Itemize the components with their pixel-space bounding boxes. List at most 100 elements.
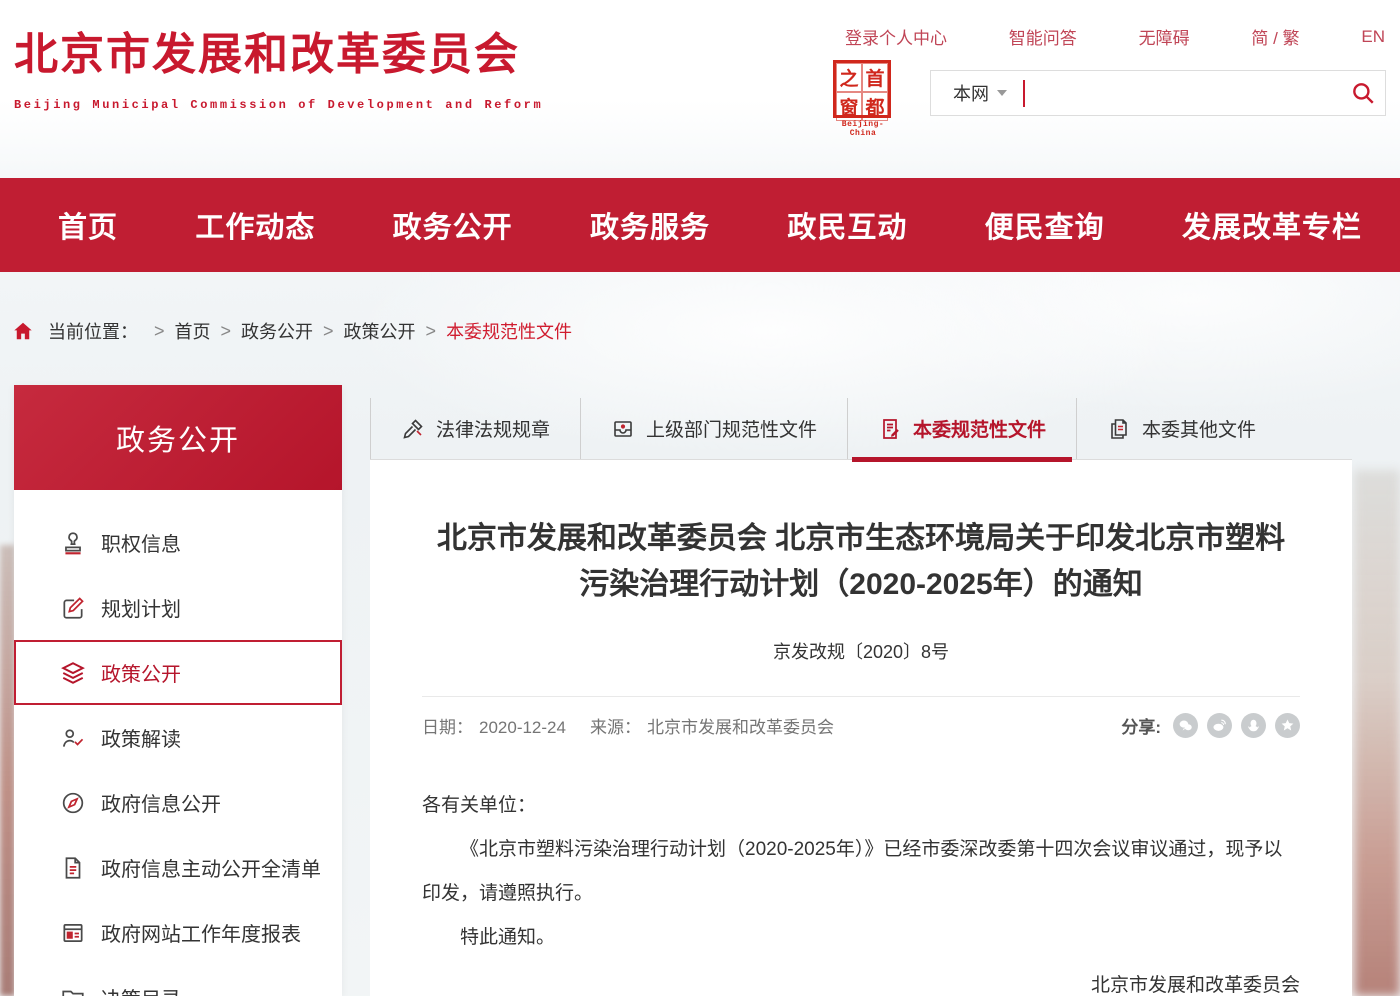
top-link[interactable]: 简 / 繁 <box>1251 24 1299 49</box>
top-link[interactable]: 登录个人中心 <box>845 24 947 49</box>
left-photo-edge <box>0 545 15 996</box>
body-paragraph: 《北京市塑料污染治理行动计划（2020-2025年）》已经市委深改委第十四次会议… <box>422 828 1300 916</box>
seal-char: 都 <box>862 92 888 121</box>
nav-item[interactable]: 政务公开 <box>393 204 513 246</box>
document-category-tabs: 法律法规规章 上级部门规范性文件 本委规范性文件 本委其他文件 <box>370 398 1352 460</box>
share-area: 分享: <box>1121 713 1300 738</box>
edit-icon <box>60 595 86 621</box>
stamp-icon <box>60 530 86 556</box>
sidebar-item-label: 政策解读 <box>101 723 181 752</box>
search-icon <box>1350 80 1376 106</box>
tab[interactable]: 法律法规规章 <box>370 398 580 459</box>
sidebar-menu-item[interactable]: 政策公开 <box>14 640 342 705</box>
top-link[interactable]: EN <box>1361 27 1385 47</box>
seal-grid: 之 首 窗 都 <box>833 60 891 118</box>
breadcrumb-separator: > <box>426 321 437 342</box>
seal-char: 窗 <box>836 92 862 121</box>
site-logo[interactable]: 北京市发展和改革委员会 Beijing Municipal Commission… <box>14 18 543 112</box>
breadcrumb-label: 当前位置： <box>48 318 138 344</box>
sidebar-item-label: 规划计划 <box>101 593 181 622</box>
share-button[interactable] <box>1173 713 1198 738</box>
top-link[interactable]: 无障碍 <box>1139 24 1190 49</box>
document-number: 京发改规〔2020〕8号 <box>422 638 1300 664</box>
sidebar-menu-item[interactable]: 政府信息主动公开全清单 <box>14 835 342 900</box>
breadcrumb-separator: > <box>323 321 334 342</box>
site-header: 北京市发展和改革委员会 Beijing Municipal Commission… <box>0 0 1400 178</box>
sidebar-menu-item[interactable]: 决策目录 <box>14 965 342 996</box>
home-icon[interactable] <box>12 320 34 342</box>
breadcrumb-link[interactable]: 首页 <box>175 318 211 344</box>
qzone-icon <box>1279 717 1296 734</box>
article-date: 2020-12-24 <box>479 718 566 737</box>
breadcrumb-item: > 政策公开 <box>313 318 416 344</box>
top-link[interactable]: 智能问答 <box>1009 24 1077 49</box>
document-icon <box>60 855 86 881</box>
nav-item[interactable]: 政民互动 <box>787 204 907 246</box>
top-utility-links: 登录个人中心 智能问答 无障碍 简 / 繁 EN <box>845 24 1385 49</box>
breadcrumb-separator: > <box>221 321 232 342</box>
tab[interactable]: 本委规范性文件 <box>847 398 1076 459</box>
tab-label: 本委规范性文件 <box>913 415 1046 442</box>
sidebar-title: 政务公开 <box>14 385 342 490</box>
breadcrumb-link[interactable]: 政务公开 <box>241 318 313 344</box>
sidebar-menu-item[interactable]: 政策解读 <box>14 705 342 770</box>
seal-caption: Beijing-China <box>833 120 893 138</box>
sidebar-menu-item[interactable]: 规划计划 <box>14 575 342 640</box>
doc-copy-icon <box>1107 417 1131 441</box>
weibo-icon <box>1211 717 1228 734</box>
date-label: 日期： <box>422 718 473 737</box>
compass-icon <box>60 790 86 816</box>
tab[interactable]: 上级部门规范性文件 <box>580 398 847 459</box>
seal-char: 首 <box>862 63 888 92</box>
search-button[interactable] <box>1341 71 1385 115</box>
sidebar-item-label: 政府信息主动公开全清单 <box>101 853 321 882</box>
sidebar-menu-item[interactable]: 职权信息 <box>14 510 342 575</box>
report-icon <box>60 920 86 946</box>
share-button[interactable] <box>1207 713 1232 738</box>
share-buttons <box>1173 713 1300 738</box>
article-body: 各有关单位： 《北京市塑料污染治理行动计划（2020-2025年）》已经市委深改… <box>422 784 1300 996</box>
breadcrumb: 当前位置： > 首页 > 政务公开 > 政策公开 > 本委规范性文件 <box>12 318 572 344</box>
logo-subtitle: Beijing Municipal Commission of Developm… <box>14 98 543 112</box>
logo-title: 北京市发展和改革委员会 <box>14 18 543 82</box>
nav-item[interactable]: 发展改革专栏 <box>1182 204 1362 246</box>
sidebar-item-label: 职权信息 <box>101 528 181 557</box>
sidebar-menu-item[interactable]: 政府信息公开 <box>14 770 342 835</box>
share-button[interactable] <box>1241 713 1266 738</box>
tab[interactable]: 本委其他文件 <box>1076 398 1286 459</box>
breadcrumb-link[interactable]: 政策公开 <box>344 318 416 344</box>
divider <box>422 696 1300 697</box>
search-scope-dropdown[interactable]: 本网 <box>953 80 1007 106</box>
layers-icon <box>60 660 86 686</box>
sidebar-menu-item[interactable]: 政府网站工作年度报表 <box>14 900 342 965</box>
main-content: 法律法规规章 上级部门规范性文件 本委规范性文件 本委其他文件 北京市发展和改革… <box>370 398 1352 996</box>
breadcrumb-item: > 本委规范性文件 <box>416 318 573 344</box>
nav-item[interactable]: 首页 <box>58 204 118 246</box>
tab-label: 上级部门规范性文件 <box>646 415 817 442</box>
nav-item[interactable]: 便民查询 <box>985 204 1105 246</box>
sidebar-item-label: 政策公开 <box>101 658 181 687</box>
tab-label: 本委其他文件 <box>1142 415 1256 442</box>
article-meta: 日期：2020-12-24来源：北京市发展和改革委员会 <box>422 713 840 738</box>
search-scope-label: 本网 <box>953 80 989 106</box>
beijing-china-seal-logo[interactable]: 之 首 窗 都 Beijing-China <box>833 60 893 138</box>
article-meta-row: 日期：2020-12-24来源：北京市发展和改革委员会 分享: <box>422 713 1300 738</box>
doc-pen-icon <box>878 417 902 441</box>
inbox-icon <box>611 417 635 441</box>
seal-char: 之 <box>836 63 862 92</box>
site-search-box: 本网 <box>930 70 1386 116</box>
main-navigation: 首页 工作动态 政务公开 政务服务 政民互动 便民查询 发展改革专栏 <box>0 178 1400 272</box>
breadcrumb-link[interactable]: 本委规范性文件 <box>446 318 572 344</box>
sidebar: 政务公开 职权信息 规划计划 政策公开 政策解读 <box>14 385 342 996</box>
article-title: 北京市发展和改革委员会 北京市生态环境局关于印发北京市塑料污染治理行动计划（20… <box>422 516 1300 608</box>
nav-item[interactable]: 工作动态 <box>195 204 315 246</box>
breadcrumb-item: > 政务公开 <box>211 318 314 344</box>
article-panel: 北京市发展和改革委员会 北京市生态环境局关于印发北京市塑料污染治理行动计划（20… <box>370 460 1352 996</box>
article-source: 北京市发展和改革委员会 <box>647 718 834 737</box>
search-input[interactable] <box>1025 73 1341 113</box>
wechat-icon <box>1177 717 1194 734</box>
person-check-icon <box>60 725 86 751</box>
share-button[interactable] <box>1275 713 1300 738</box>
nav-item[interactable]: 政务服务 <box>590 204 710 246</box>
signature: 北京市发展和改革委员会 <box>422 964 1300 996</box>
